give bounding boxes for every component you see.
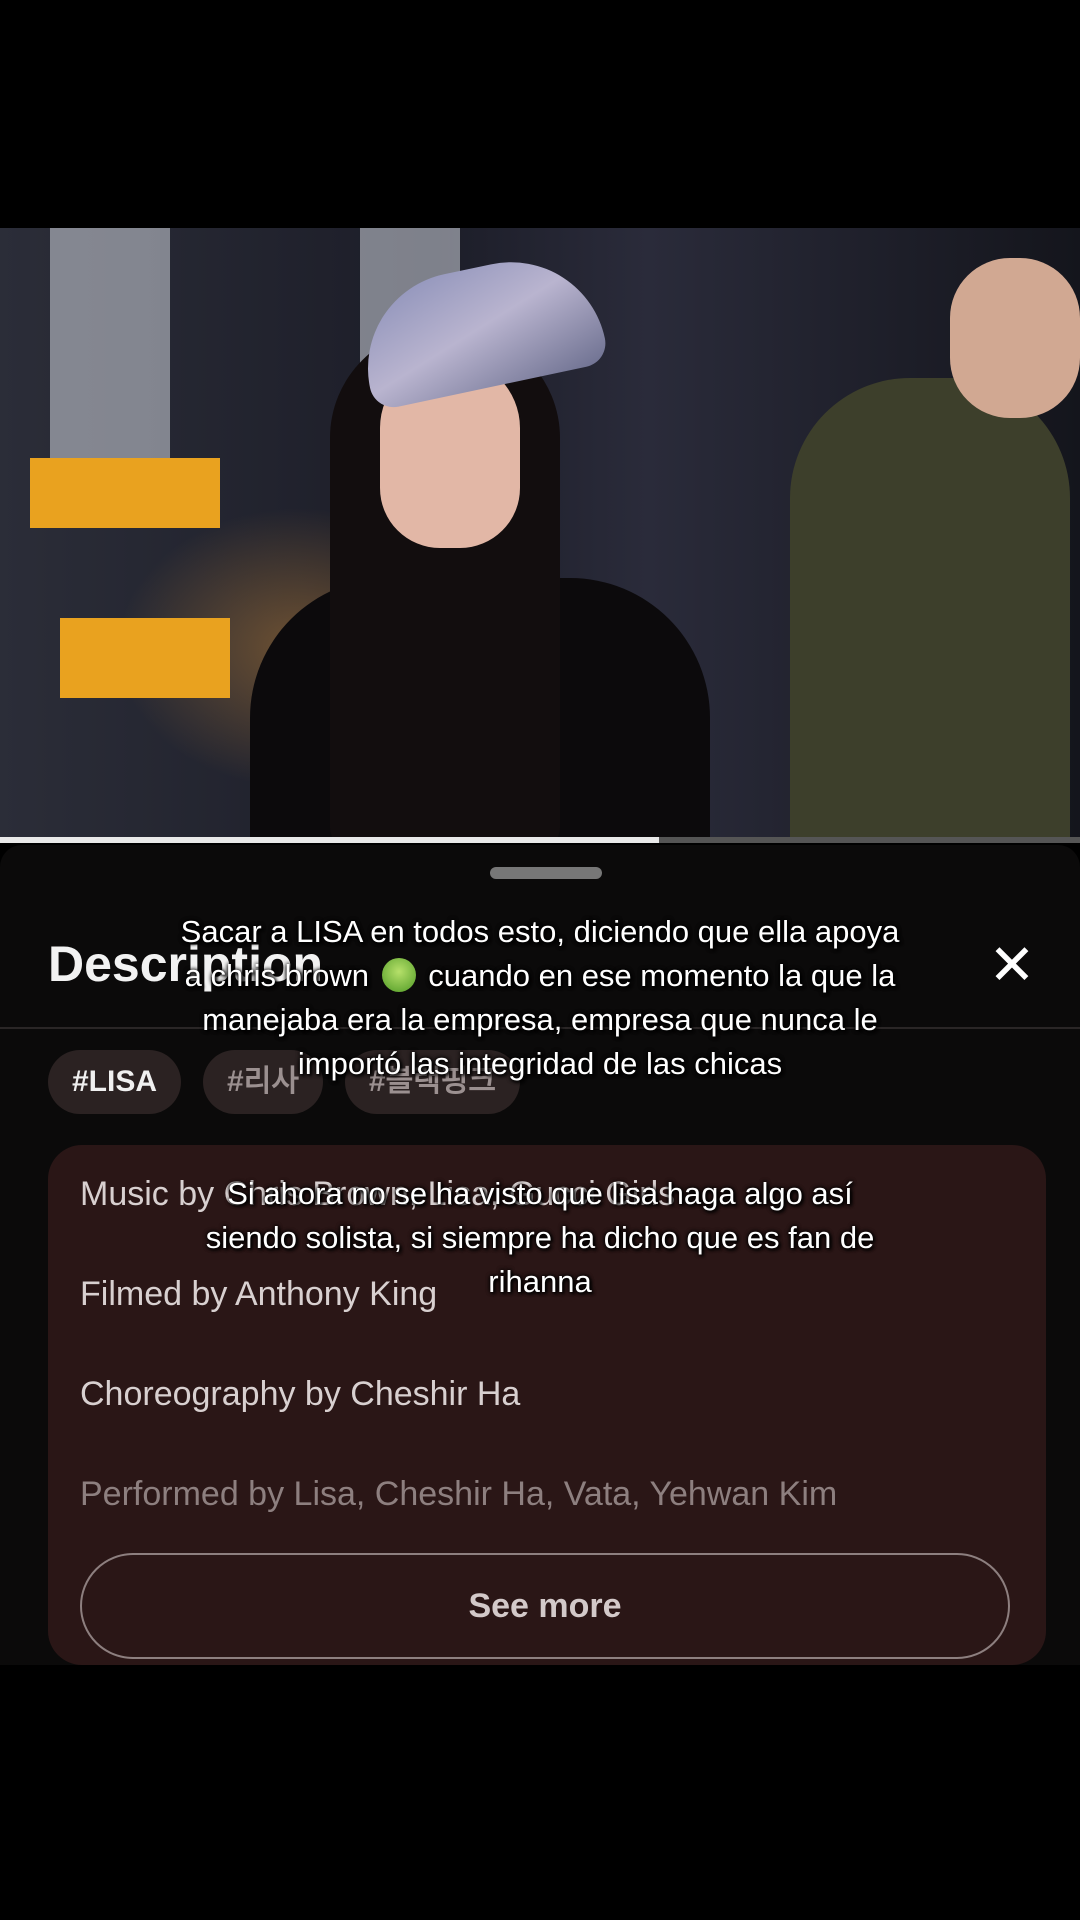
video-progress-bar[interactable] <box>0 837 1080 843</box>
background-wall <box>50 228 170 468</box>
person-right <box>790 378 1070 840</box>
person-right-head <box>950 258 1080 418</box>
nauseated-face-icon <box>381 958 416 992</box>
overlay-caption-2: Si ahora no se ha visto que lisa haga al… <box>205 1176 875 1299</box>
credit-performed: Performed by Lisa, Cheshir Ha, Vata, Yeh… <box>80 1475 838 1513</box>
background-stripe <box>60 618 230 698</box>
close-icon[interactable]: ✕ <box>982 935 1042 995</box>
video-progress-fill <box>0 837 659 843</box>
video-player[interactable] <box>0 228 1080 840</box>
overlay-caption-1: Sacar a LISA en todos esto, diciendo que… <box>170 910 910 1086</box>
tag-chip[interactable]: #LISA <box>48 1050 182 1114</box>
background-stripe <box>30 458 220 528</box>
credit-choreography: Choreography by Cheshir Ha <box>80 1375 521 1413</box>
sheet-drag-handle[interactable] <box>490 867 602 879</box>
see-more-button[interactable]: See more <box>80 1553 1010 1659</box>
